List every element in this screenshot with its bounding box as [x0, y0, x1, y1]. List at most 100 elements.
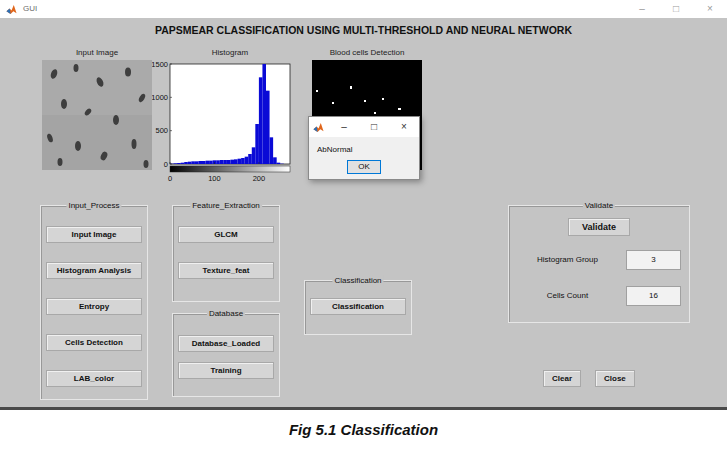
plot-area [170, 64, 290, 164]
validate-button[interactable]: Validate [568, 218, 630, 236]
dialog-controls: –□× [329, 117, 419, 137]
axes-label: Histogram [152, 46, 290, 60]
panel-button[interactable]: Training [178, 362, 274, 379]
histogram-bar [241, 158, 245, 164]
ok-button[interactable]: OK [347, 160, 381, 174]
histogram-bar [209, 161, 213, 164]
panel-title: Feature_Extraction [190, 200, 262, 211]
field-value[interactable]: 16 [626, 286, 681, 306]
histogram-bar [270, 137, 274, 164]
dialog-title-bar: –□× [309, 117, 419, 137]
validate-row: Cells Count16 [509, 286, 689, 306]
action-button[interactable]: Close [595, 370, 635, 387]
panel-button[interactable]: Input Image [46, 226, 142, 243]
histogram-bar [259, 77, 263, 164]
histogram-bar [181, 163, 185, 164]
y-tick-label: 1000 [152, 93, 168, 102]
x-tick-label: 200 [253, 174, 266, 183]
x-tick-mark [214, 162, 215, 164]
x-tick-label: 100 [208, 174, 221, 183]
message-dialog: –□× AbNormal OK [308, 116, 420, 180]
action-buttons: Clear Close [508, 370, 690, 387]
x-tick-mark [258, 162, 259, 164]
action-button[interactable]: Clear [543, 370, 581, 387]
histogram-bar [238, 159, 242, 164]
panel-button[interactable]: Entropy [46, 298, 142, 315]
heading: PAPSMEAR CLASSIFICATION USING MULTI-THRE… [0, 18, 727, 44]
histogram-bar [174, 163, 178, 165]
title-bar: GUI –□× [0, 0, 727, 18]
y-tick-mark [170, 97, 172, 98]
window-title: GUI [23, 0, 37, 18]
close-button[interactable]: × [389, 117, 419, 137]
figure: GUI –□× PAPSMEAR CLASSIFICATION USING MU… [0, 0, 727, 454]
y-tick-mark [170, 164, 172, 165]
histogram-bar [177, 163, 181, 164]
y-tick-label: 500 [155, 126, 168, 135]
intensity-colorbar [170, 166, 290, 172]
panel-button[interactable]: Database_Loaded [178, 335, 274, 352]
histogram-bar [202, 161, 206, 164]
field-label: Cells Count [509, 290, 626, 302]
histogram-bar [280, 163, 284, 164]
axes-label: Blood cells Detection [312, 46, 422, 60]
field-value[interactable]: 3 [626, 250, 681, 270]
histogram-bar [223, 160, 227, 164]
panel-title: Classification [332, 275, 383, 286]
y-tick-mark [170, 130, 172, 131]
panel-column: Feature_ExtractionGLCMTexture_featDataba… [172, 205, 280, 397]
figure-caption: Fig 5.1 Classification [0, 410, 727, 451]
histogram-bar [277, 163, 281, 164]
histogram-chart: 1500100050000100200 [152, 60, 296, 188]
histogram-bar [216, 160, 220, 164]
panel-column: Input_ProcessInput ImageHistogram Analys… [40, 205, 148, 400]
dialog-message: AbNormal [309, 137, 419, 160]
histogram-bar [198, 161, 202, 164]
input-image [42, 60, 152, 170]
panel-title: Input_Process [66, 200, 121, 211]
maximize-button[interactable]: □ [659, 0, 693, 18]
gui-window: GUI –□× PAPSMEAR CLASSIFICATION USING MU… [0, 0, 727, 410]
panel-button[interactable]: Texture_feat [178, 262, 274, 279]
matlab-logo-icon [6, 4, 17, 15]
validate-fields: Histogram Group3 Cells Count16 [509, 236, 689, 306]
histogram-bar [213, 160, 217, 164]
button-panel: Feature_ExtractionGLCMTexture_feat [172, 205, 280, 302]
panel-button[interactable]: LAB_color [46, 370, 142, 387]
minimize-button[interactable]: – [625, 0, 659, 18]
histogram-axes: Histogram 1500100050000100200 [152, 46, 296, 188]
histogram-bar [220, 160, 224, 164]
histogram-bar [234, 159, 238, 164]
panel-button[interactable]: Cells Detection [46, 334, 142, 351]
histogram-bar [191, 161, 195, 164]
y-tick-mark [170, 64, 172, 65]
maximize-button[interactable]: □ [359, 117, 389, 137]
minimize-button[interactable]: – [329, 117, 359, 137]
axes-label: Input Image [42, 46, 152, 60]
histogram-bar [227, 160, 231, 164]
histogram-bar [206, 161, 210, 164]
histogram-bar [195, 161, 199, 164]
panel-button[interactable]: Histogram Analysis [46, 262, 142, 279]
validate-column: Validate Validate Histogram Group3Cells … [508, 205, 690, 387]
histogram-bar [262, 64, 266, 164]
panel-button[interactable]: GLCM [178, 226, 274, 243]
matlab-logo-icon [313, 122, 324, 133]
x-tick-mark [170, 162, 171, 164]
histogram-bar [255, 124, 259, 164]
validate-panel: Validate Validate Histogram Group3Cells … [508, 205, 690, 323]
histogram-bar [248, 154, 252, 164]
button-panel: DatabaseDatabase_LoadedTraining [172, 313, 280, 397]
field-label: Histogram Group [509, 254, 626, 266]
histogram-bar [245, 157, 249, 164]
y-tick-label: 1500 [152, 60, 168, 69]
panel-button[interactable]: Classification [310, 298, 406, 315]
panel-title: Database [207, 308, 245, 319]
input-image-axes: Input Image [42, 46, 152, 170]
controls-area: Input_ProcessInput ImageHistogram Analys… [0, 205, 727, 400]
histogram-bar [188, 162, 192, 164]
histogram-bar [252, 147, 256, 164]
close-button[interactable]: × [693, 0, 727, 18]
histogram-bar [273, 157, 277, 164]
panel-column: ClassificationClassification [304, 280, 412, 335]
